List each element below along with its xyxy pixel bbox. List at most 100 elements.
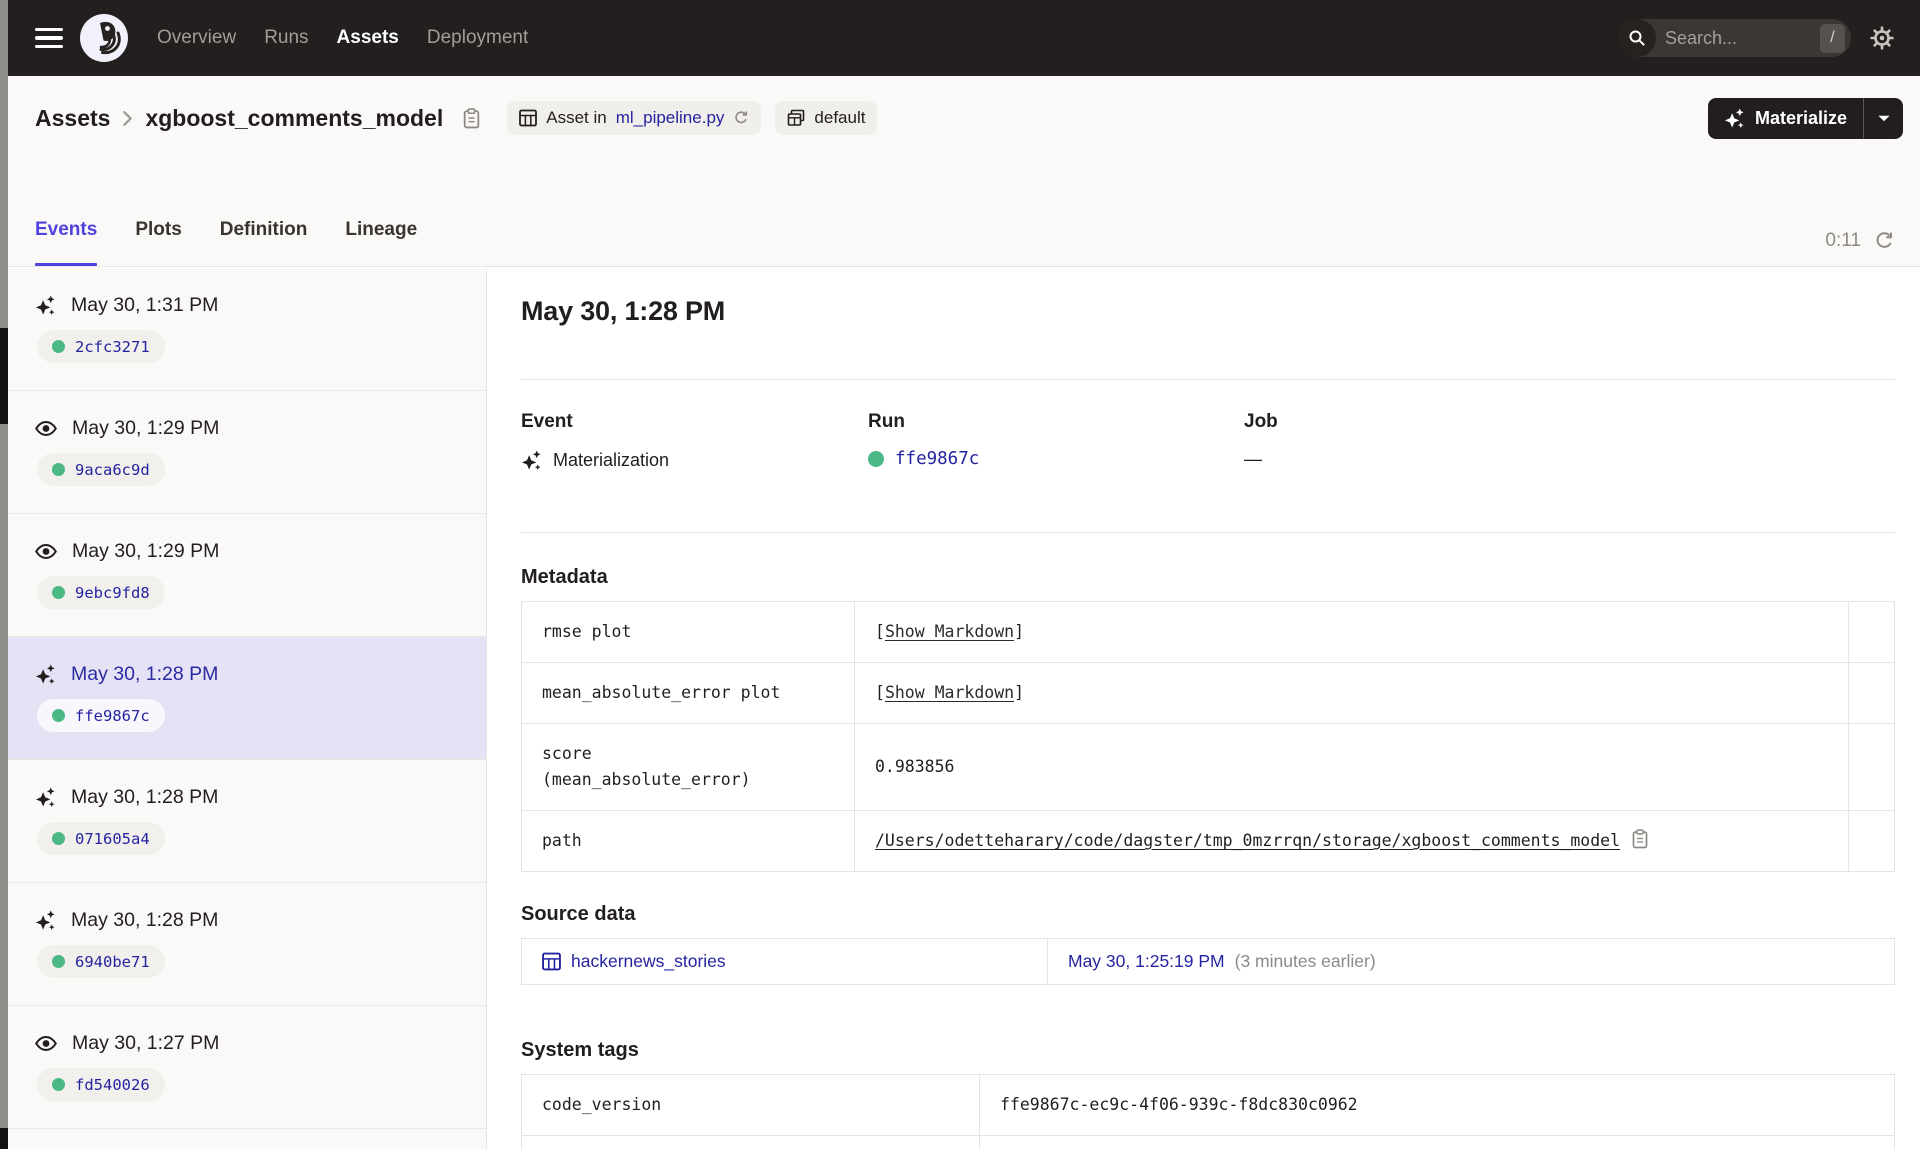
run-id-link[interactable]: 9ebc9fd8	[75, 584, 150, 602]
source-asset-link[interactable]: hackernews_stories	[571, 951, 726, 972]
metadata-value: [Show Markdown]	[854, 662, 1849, 724]
copy-asset-name-icon[interactable]	[463, 107, 480, 129]
dagster-logo-icon[interactable]	[80, 14, 128, 62]
run-tag-pill[interactable]: 2cfc3271	[37, 330, 165, 363]
run-status-dot	[52, 955, 65, 968]
event-timestamp: May 30, 1:27 PM	[72, 1032, 220, 1054]
search-shortcut-key: /	[1820, 23, 1845, 53]
run-id-link[interactable]: 9aca6c9d	[75, 461, 150, 479]
event-column: Event Materialization	[521, 411, 868, 471]
materialize-dropdown-button[interactable]	[1864, 98, 1903, 139]
search-input[interactable]	[1656, 27, 1820, 49]
materialize-button[interactable]: Materialize	[1708, 98, 1863, 139]
pipeline-file-link[interactable]: ml_pipeline.py	[616, 108, 725, 128]
source-timestamp-link[interactable]: May 30, 1:25:19 PM	[1068, 951, 1225, 972]
event-list-item[interactable]: May 30, 1:27 PM fd540026	[8, 1006, 486, 1129]
copy-path-icon[interactable]	[1632, 829, 1648, 849]
show-markdown-link[interactable]: Show Markdown	[885, 683, 1014, 702]
divider	[521, 379, 1895, 380]
system-tags-heading: System tags	[521, 1039, 639, 1061]
source-data-heading: Source data	[521, 903, 636, 925]
metadata-key: rmse plot	[521, 601, 855, 663]
tab-events[interactable]: Events	[35, 219, 98, 266]
search-bar[interactable]: /	[1618, 19, 1851, 57]
materialization-icon	[35, 787, 56, 808]
event-list-item[interactable]: May 30, 1:29 PM 9ebc9fd8	[8, 514, 486, 637]
refresh-countdown: 0:11	[1825, 230, 1861, 251]
run-tag-pill[interactable]: 6940be71	[37, 945, 165, 978]
run-status-dot	[52, 463, 65, 476]
tab-lineage[interactable]: Lineage	[345, 219, 417, 266]
source-time-cell: May 30, 1:25:19 PM (3 minutes earlier)	[1047, 939, 1894, 984]
top-nav: Overview Runs Assets Deployment /	[0, 0, 1920, 76]
table-icon	[542, 952, 561, 971]
run-id-link[interactable]: ffe9867c	[895, 449, 979, 469]
breadcrumb: Assets xgboost_comments_model	[35, 105, 480, 132]
refresh-icon[interactable]	[1874, 231, 1894, 251]
reload-definition-icon[interactable]	[733, 110, 749, 126]
system-tag-row: code_version ffe9867c-ec9c-4f06-939c-f8dc…	[521, 1074, 1895, 1136]
event-list-item[interactable]: May 30, 1:31 PM 2cfc3271	[8, 268, 486, 391]
source-data-table: hackernews_stories May 30, 1:25:19 PM (3…	[521, 938, 1895, 985]
menu-icon[interactable]	[35, 27, 63, 49]
content-area: May 30, 1:31 PM 2cfc3271 May 30, 1:29 PM…	[8, 268, 1920, 1149]
asset-group-icon	[788, 109, 805, 126]
run-status-dot	[52, 586, 65, 599]
show-markdown-link[interactable]: Show Markdown	[885, 622, 1014, 641]
table-icon	[519, 109, 538, 127]
metadata-row: score (mean_absolute_error) 0.983856	[521, 723, 1895, 811]
auto-refresh: 0:11	[1825, 230, 1894, 252]
event-list-item[interactable]: May 30, 1:28 PM ffe9867c	[8, 637, 486, 760]
materialization-icon	[35, 295, 56, 316]
search-icon	[1618, 19, 1656, 57]
metadata-key: path	[521, 810, 855, 872]
metadata-heading: Metadata	[521, 566, 608, 588]
metadata-action-cell	[1848, 723, 1895, 811]
materialization-sparkle-icon	[1724, 107, 1744, 128]
event-detail-pane: May 30, 1:28 PM Event Materialization Ru…	[487, 268, 1920, 1149]
run-tag-pill[interactable]: 071605a4	[37, 822, 165, 855]
metadata-row: path/Users/odetteharary/code/dagster/tmp…	[521, 810, 1895, 872]
run-tag-pill[interactable]: ffe9867c	[37, 699, 165, 732]
run-id-link[interactable]: fd540026	[75, 1076, 150, 1094]
run-tag-pill[interactable]: 9ebc9fd8	[37, 576, 165, 609]
job-value: —	[1244, 449, 1262, 469]
breadcrumb-assets-link[interactable]: Assets	[35, 105, 110, 132]
asset-in-label: Asset in	[546, 108, 607, 127]
event-list-sidebar: May 30, 1:31 PM 2cfc3271 May 30, 1:29 PM…	[8, 268, 487, 1149]
gear-icon[interactable]	[1870, 26, 1894, 50]
run-id-link[interactable]: ffe9867c	[75, 707, 150, 725]
event-timestamp: May 30, 1:28 PM	[71, 909, 219, 931]
tab-definition[interactable]: Definition	[220, 219, 308, 266]
event-list-item[interactable]: May 30, 1:28 PM 6940be71	[8, 883, 486, 1006]
path-link[interactable]: /Users/odetteharary/code/dagster/tmp_0mz…	[875, 831, 1620, 850]
tab-plots[interactable]: Plots	[135, 219, 181, 266]
divider	[521, 532, 1895, 533]
asset-definition-tag[interactable]: Asset in ml_pipeline.py	[507, 101, 762, 135]
window-edge-strip	[0, 0, 8, 1149]
system-tags-table: code_version ffe9867c-ec9c-4f06-939c-f8dc…	[521, 1074, 1895, 1149]
metadata-action-cell	[1848, 662, 1895, 724]
event-type-value: Materialization	[553, 449, 670, 470]
run-status-dot	[52, 1078, 65, 1091]
observation-icon	[35, 544, 57, 559]
nav-item-runs[interactable]: Runs	[264, 27, 308, 49]
metadata-value: /Users/odetteharary/code/dagster/tmp_0mz…	[854, 810, 1849, 872]
nav-item-deployment[interactable]: Deployment	[427, 27, 528, 49]
event-list-item[interactable]: May 30, 1:28 PM 071605a4	[8, 760, 486, 883]
materialization-icon	[35, 664, 56, 685]
system-tag-value: ffe9867c-ec9c-4f06-939c-f8dc830c0962	[979, 1074, 1895, 1136]
nav-item-overview[interactable]: Overview	[157, 27, 236, 49]
run-id-link[interactable]: 071605a4	[75, 830, 150, 848]
event-timestamp: May 30, 1:29 PM	[72, 417, 220, 439]
event-list-item[interactable]: May 30, 1:29 PM 9aca6c9d	[8, 391, 486, 514]
metadata-row: rmse plot [Show Markdown]	[521, 601, 1895, 663]
tabs-row: Events Plots Definition Lineage 0:11	[8, 160, 1920, 267]
run-id-link[interactable]: 2cfc3271	[75, 338, 150, 356]
group-tag-default[interactable]: default	[775, 101, 878, 135]
nav-item-assets[interactable]: Assets	[337, 27, 399, 49]
run-tag-pill[interactable]: fd540026	[37, 1068, 165, 1101]
materialize-label: Materialize	[1754, 107, 1847, 128]
run-id-link[interactable]: 6940be71	[75, 953, 150, 971]
run-tag-pill[interactable]: 9aca6c9d	[37, 453, 165, 486]
